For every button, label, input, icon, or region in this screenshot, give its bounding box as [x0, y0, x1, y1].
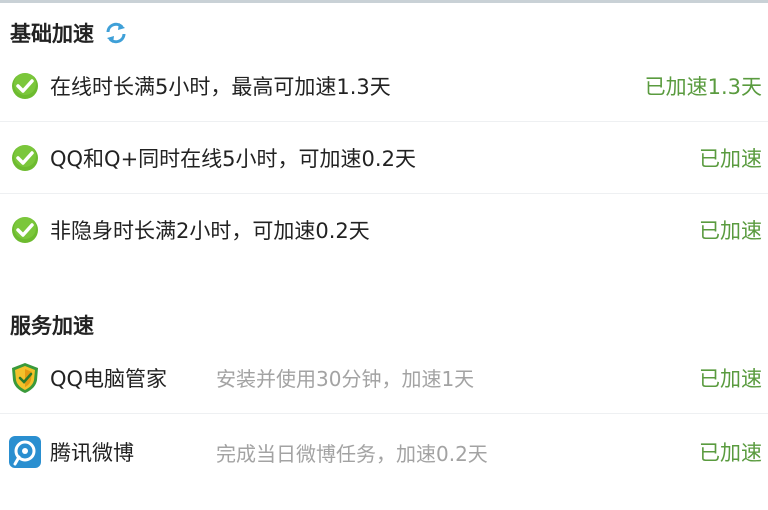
check-icon — [12, 217, 38, 243]
status-label: 已加速1.3天 — [644, 74, 762, 99]
basic-section-title-text: 基础加速 — [10, 22, 94, 46]
check-icon — [12, 144, 38, 171]
tencent-weibo-icon[interactable] — [8, 435, 42, 469]
service-item-tencent-weibo: 腾讯微博 完成当日微博任务，加速0.2天 已加速 — [0, 416, 768, 488]
status-label: 已加速 — [699, 366, 762, 391]
qq-pc-manager-icon[interactable] — [8, 361, 42, 395]
basic-item-text: QQ和Q+同时在线5小时，可加速0.2天 — [50, 146, 416, 171]
service-item-qq-pc-manager: QQ电脑管家 安装并使用30分钟，加速1天 已加速 — [0, 342, 768, 414]
basic-item-non-invisible: 非隐身时长满2小时，可加速0.2天 已加速 — [0, 194, 768, 266]
status-label: 已加速 — [699, 146, 762, 171]
check-icon — [12, 72, 38, 99]
top-border — [0, 0, 768, 3]
refresh-icon[interactable] — [104, 21, 128, 45]
status-label: 已加速 — [699, 219, 762, 243]
basic-section-title: 基础加速 — [10, 18, 128, 48]
service-section-title: 服务加速 — [10, 310, 94, 340]
service-name[interactable]: QQ电脑管家 — [50, 363, 167, 393]
service-name[interactable]: 腾讯微博 — [50, 437, 134, 467]
basic-item-qq-qplus: QQ和Q+同时在线5小时，可加速0.2天 已加速 — [0, 122, 768, 194]
basic-item-online-time: 在线时长满5小时，最高可加速1.3天 已加速1.3天 — [0, 50, 768, 122]
status-label: 已加速 — [699, 441, 762, 465]
service-description: 安装并使用30分钟，加速1天 — [216, 367, 475, 391]
service-description: 完成当日微博任务，加速0.2天 — [216, 441, 488, 466]
service-section-title-text: 服务加速 — [10, 314, 94, 338]
basic-item-text: 在线时长满5小时，最高可加速1.3天 — [50, 74, 391, 99]
basic-item-text: 非隐身时长满2小时，可加速0.2天 — [50, 219, 370, 243]
